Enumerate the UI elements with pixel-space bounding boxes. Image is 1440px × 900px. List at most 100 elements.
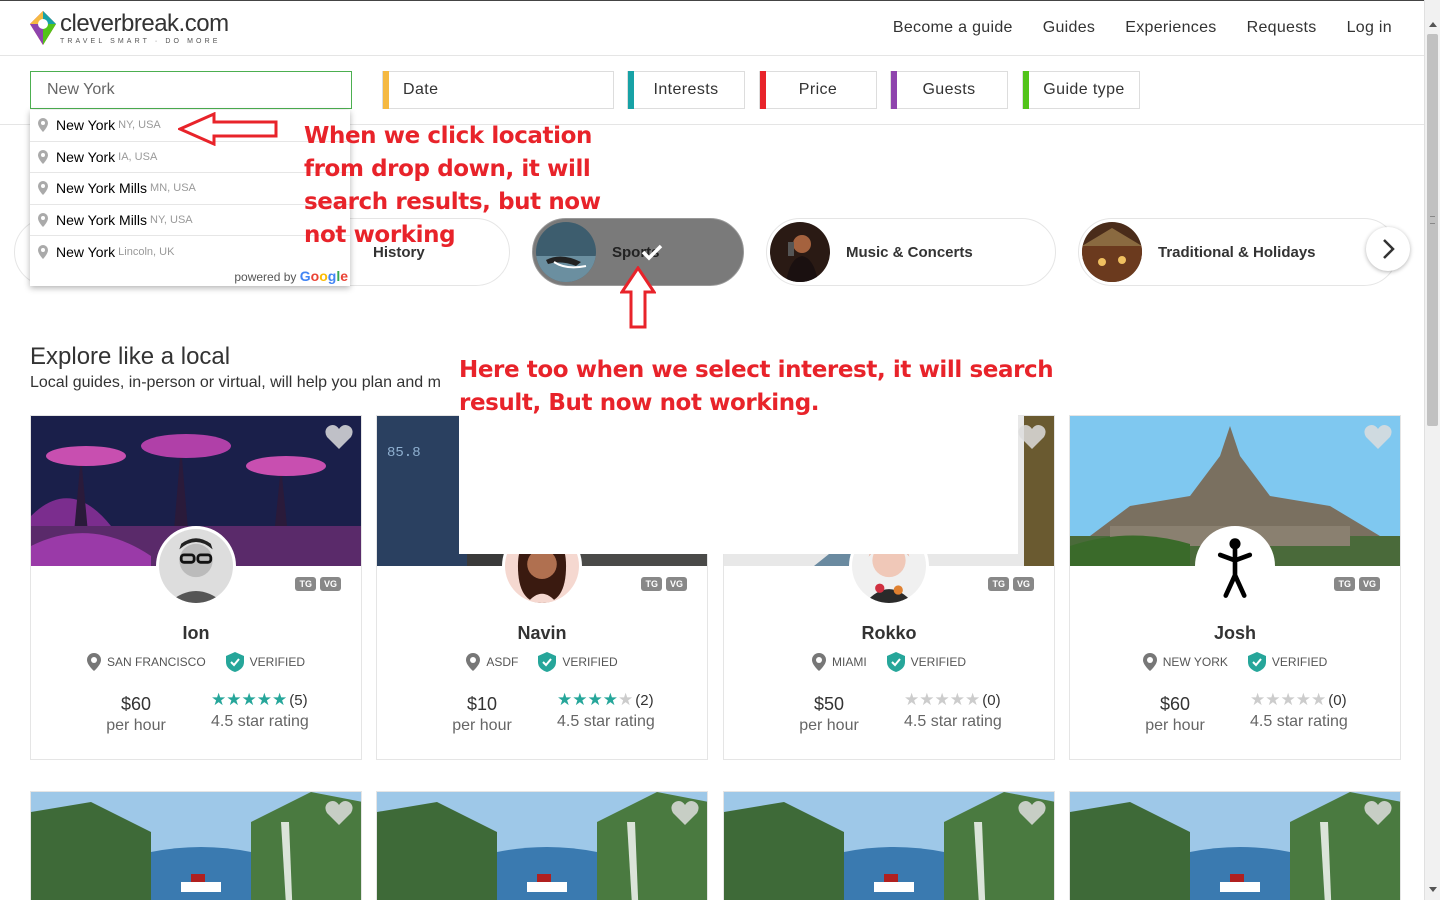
vertical-scrollbar[interactable] [1424, 0, 1440, 900]
dropdown-item-main: New York [56, 148, 116, 165]
scroll-down-arrow-icon[interactable] [1429, 887, 1437, 892]
checkmark-icon [641, 244, 663, 261]
map-pin-icon [38, 181, 48, 196]
category-traditional-holidays[interactable]: Traditional & Holidays [1078, 218, 1398, 286]
guide-name[interactable]: Rokko [724, 623, 1054, 644]
guests-filter-button[interactable]: Guests [890, 71, 1008, 109]
guide-name[interactable]: Ion [31, 623, 361, 644]
guide-name[interactable]: Navin [377, 623, 707, 644]
star-icon: ★ [1265, 690, 1281, 709]
guests-color-bar [891, 71, 897, 109]
scroll-up-arrow-icon[interactable] [1429, 22, 1437, 27]
category-next-button[interactable] [1366, 227, 1410, 271]
dropdown-item[interactable]: New York Mills NY, USA [30, 205, 350, 236]
guide-city: SAN FRANCISCO [106, 655, 206, 669]
star-icon: ★ [919, 690, 935, 709]
guide-card-cover[interactable] [1069, 791, 1401, 900]
favorite-heart-icon[interactable] [1364, 424, 1392, 450]
star-icon: ★ [1250, 690, 1266, 709]
favorite-heart-icon[interactable] [1018, 800, 1046, 826]
guide-meta: NEW YORK VERIFIED [1070, 652, 1400, 672]
verified-label: VERIFIED [249, 655, 306, 669]
star-icon: ★ [1280, 690, 1296, 709]
star-icon: ★ [1311, 690, 1327, 709]
nav-guides[interactable]: Guides [1043, 19, 1096, 37]
location-search-input[interactable] [30, 71, 352, 109]
nav-experiences[interactable]: Experiences [1125, 19, 1216, 37]
guide-card-cover[interactable] [30, 791, 362, 900]
guide-card-cover[interactable] [376, 791, 708, 900]
dropdown-item-sub: NY, USA [118, 119, 161, 132]
favorite-heart-icon[interactable] [1364, 800, 1392, 826]
rating-text: 4.5 star rating [904, 713, 1002, 730]
badge-tg: TG [1334, 577, 1355, 591]
chevron-right-icon [1383, 239, 1395, 259]
nav-become-a-guide[interactable]: Become a guide [893, 19, 1013, 37]
price-filter-button[interactable]: Price [759, 71, 877, 109]
guide-card[interactable]: TG VG Josh NEW YORK VERIFIED $60 per hour ★ ★ ★ ★ ★… [1069, 415, 1401, 760]
price-unit: per hour [106, 717, 166, 734]
annotation-line: not working [304, 222, 456, 248]
badge-vg: VG [1012, 577, 1034, 591]
favorite-heart-icon[interactable] [671, 800, 699, 826]
guests-filter-label: Guests [922, 81, 976, 98]
dropdown-item-main: New York [56, 243, 116, 260]
star-icon: ★ [272, 690, 288, 709]
dropdown-item[interactable]: New York IA, USA [30, 142, 350, 173]
annotation-line: result, But now not working. [459, 390, 820, 416]
nav-log-in[interactable]: Log in [1347, 19, 1392, 37]
review-count: (0) [982, 691, 1001, 709]
guide-badges: TG VG [295, 577, 341, 591]
scroll-grip [1430, 216, 1435, 224]
favorite-heart-icon[interactable] [325, 800, 353, 826]
guide-type-filter-button[interactable]: Guide type [1022, 71, 1140, 109]
category-music-concerts[interactable]: Music & Concerts [766, 218, 1056, 286]
guide-name[interactable]: Josh [1070, 623, 1400, 644]
price-unit: per hour [799, 717, 859, 734]
guide-meta: SAN FRANCISCO VERIFIED [31, 652, 361, 672]
verified-label: VERIFIED [562, 655, 618, 669]
dropdown-item-sub: Lincoln, UK [118, 245, 175, 258]
fjord-cover-image [1070, 792, 1400, 900]
annotation-line: from drop down, it will [304, 156, 591, 182]
dropdown-item[interactable]: New York Mills MN, USA [30, 173, 350, 205]
scroll-thumb[interactable] [1427, 34, 1438, 426]
review-count: (2) [635, 691, 654, 709]
badge-tg: TG [295, 577, 316, 591]
guide-rating: ★ ★ ★ ★ ★ (0) 4.5 star rating [904, 690, 1002, 731]
verified-shield-icon [225, 652, 244, 672]
explore-subtitle: Local guides, in-person or virtual, will… [30, 374, 441, 391]
dropdown-item[interactable]: New York Lincoln, UK [30, 236, 350, 268]
main-nav: Become a guide Guides Experiences Reques… [893, 19, 1392, 37]
favorite-heart-icon[interactable] [325, 424, 353, 450]
location-pin-icon [1142, 653, 1157, 671]
up-arrow-annotation [620, 266, 656, 329]
annotation-line: search results, but now [304, 189, 601, 215]
guide-city: NEW YORK [1162, 655, 1228, 669]
guide-meta: ASDF VERIFIED [377, 652, 707, 672]
guide-card-cover[interactable] [723, 791, 1055, 900]
review-count: (5) [289, 691, 308, 709]
logo[interactable]: cleverbreak.com TRAVEL SMART · DO MORE [30, 11, 229, 45]
star-icon: ★ [572, 690, 588, 709]
map-pin-icon [38, 212, 48, 227]
star-icon: ★ [965, 690, 981, 709]
badge-tg: TG [641, 577, 662, 591]
dropdown-item-sub: MN, USA [150, 182, 196, 195]
dropdown-item-main: New York [56, 117, 116, 134]
star-rating: ★ ★ ★ ★ ★ (5) [211, 690, 309, 710]
guide-price: $50 per hour [784, 694, 874, 735]
price-amount: $50 [813, 694, 845, 714]
redacted-area [459, 414, 1018, 554]
interests-filter-button[interactable]: Interests [627, 71, 745, 109]
star-rating: ★ ★ ★ ★ ★ (0) [1250, 690, 1348, 710]
favorite-heart-icon[interactable] [1018, 424, 1046, 450]
guide-card[interactable]: TG VG Ion SAN FRANCISCO VERIFIED $60 per hour ★… [30, 415, 362, 760]
fjord-cover-image [377, 792, 707, 900]
nav-requests[interactable]: Requests [1247, 19, 1317, 37]
guide-price: $10 per hour [437, 694, 527, 735]
star-icon: ★ [587, 690, 603, 709]
star-icon: ★ [557, 690, 573, 709]
date-filter-button[interactable]: Date [382, 71, 614, 109]
category-traditional-label: Traditional & Holidays [1158, 243, 1316, 261]
